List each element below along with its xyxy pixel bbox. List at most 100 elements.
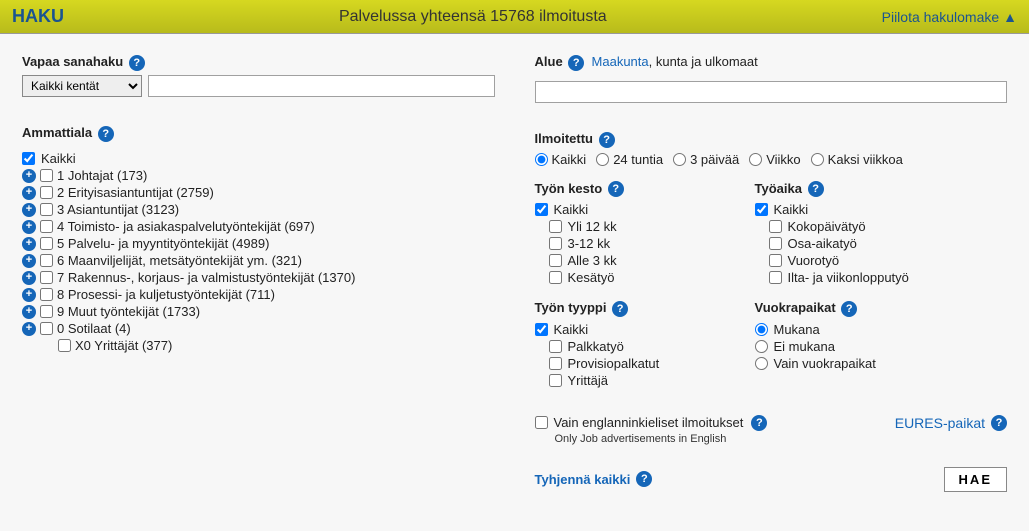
tyoaika-opt-label[interactable]: Osa-aikatyö <box>788 236 857 251</box>
ammatti-checkbox[interactable] <box>40 220 53 233</box>
kesto-all-label[interactable]: Kaikki <box>554 202 589 217</box>
ilmoitettu-opt-label[interactable]: 3 päivää <box>690 152 739 167</box>
expand-icon[interactable]: + <box>22 254 36 268</box>
tyoaika-opt-checkbox[interactable] <box>769 254 782 267</box>
help-icon[interactable]: ? <box>841 301 857 317</box>
tyoaika-opt-label[interactable]: Vuorotyö <box>788 253 840 268</box>
kesto-all-checkbox[interactable] <box>535 203 548 216</box>
ammatti-item-label[interactable]: 2 Erityisasiantuntijat (2759) <box>57 185 214 200</box>
help-icon[interactable]: ? <box>751 415 767 431</box>
ammatti-item-label[interactable]: 9 Muut työntekijät (1733) <box>57 304 200 319</box>
ilmoitettu-radio[interactable] <box>673 153 686 166</box>
ilmoitettu-opt-label[interactable]: Kaikki <box>552 152 587 167</box>
ammatti-checkbox[interactable] <box>40 237 53 250</box>
kesto-opt-label[interactable]: Kesätyö <box>568 270 615 285</box>
hide-form-toggle[interactable]: Piilota hakulomake▲ <box>882 9 1017 25</box>
kesto-opt-checkbox[interactable] <box>549 220 562 233</box>
ammatti-checkbox[interactable] <box>40 186 53 199</box>
tyyppi-opt-checkbox[interactable] <box>549 357 562 370</box>
vuokra-label[interactable]: Mukana <box>774 322 820 337</box>
ammatti-all-label[interactable]: Kaikki <box>41 151 76 166</box>
tyyppi-opt-checkbox[interactable] <box>549 374 562 387</box>
ammatti-item-label[interactable]: 6 Maanviljelijät, metsätyöntekijät ym. (… <box>57 253 302 268</box>
tyyppi-all-checkbox[interactable] <box>535 323 548 336</box>
kesto-opt-checkbox[interactable] <box>549 254 562 267</box>
tyoaika-all-label[interactable]: Kaikki <box>774 202 809 217</box>
tyyppi-all-label[interactable]: Kaikki <box>554 322 589 337</box>
vuokra-radio[interactable] <box>755 357 768 370</box>
ilmoitettu-radio[interactable] <box>749 153 762 166</box>
free-search-input[interactable] <box>148 75 495 97</box>
maakunta-link[interactable]: Maakunta <box>592 54 649 69</box>
eures-link[interactable]: EURES-paikat ? <box>895 415 1007 431</box>
vuokra-radio[interactable] <box>755 323 768 336</box>
ammatti-item-label[interactable]: 4 Toimisto- ja asiakaspalvelutyöntekijät… <box>57 219 315 234</box>
ammatti-checkbox[interactable] <box>40 169 53 182</box>
tyoaika-opt-label[interactable]: Kokopäivätyö <box>788 219 866 234</box>
ammatti-item-label[interactable]: 5 Palvelu- ja myyntityöntekijät (4989) <box>57 236 269 251</box>
clear-all-link[interactable]: Tyhjennä kaikki ? <box>535 471 653 487</box>
ilmoitettu-opt-label[interactable]: Kaksi viikkoa <box>828 152 903 167</box>
expand-icon[interactable]: + <box>22 322 36 336</box>
tyoaika-opt-checkbox[interactable] <box>769 220 782 233</box>
tyoaika-opt-checkbox[interactable] <box>769 271 782 284</box>
tyoaika-opt-label[interactable]: Ilta- ja viikonlopputyö <box>788 270 909 285</box>
ilmoitettu-opt-label[interactable]: 24 tuntia <box>613 152 663 167</box>
tyoaika-opt-checkbox[interactable] <box>769 237 782 250</box>
expand-icon[interactable]: + <box>22 305 36 319</box>
ammatti-item-label[interactable]: 8 Prosessi- ja kuljetustyöntekijät (711) <box>57 287 275 302</box>
help-icon[interactable]: ? <box>808 181 824 197</box>
expand-icon[interactable]: + <box>22 288 36 302</box>
ammatti-item-label[interactable]: 7 Rakennus-, korjaus- ja valmistustyönte… <box>57 270 355 285</box>
tyoaika-all-checkbox[interactable] <box>755 203 768 216</box>
help-icon[interactable]: ? <box>599 132 615 148</box>
ilmoitettu-radio[interactable] <box>596 153 609 166</box>
tyyppi-opt-label[interactable]: Yrittäjä <box>568 373 608 388</box>
ammatti-checkbox[interactable] <box>58 339 71 352</box>
english-only-label[interactable]: Vain englanninkieliset ilmoitukset <box>554 415 744 430</box>
ammatti-item-label[interactable]: 1 Johtajat (173) <box>57 168 147 183</box>
search-button[interactable]: HAE <box>944 467 1007 492</box>
vuokra-radio[interactable] <box>755 340 768 353</box>
kesto-opt-label[interactable]: Yli 12 kk <box>568 219 617 234</box>
help-icon[interactable]: ? <box>636 471 652 487</box>
ammatti-checkbox[interactable] <box>40 322 53 335</box>
field-select[interactable]: Kaikki kentät <box>22 75 142 97</box>
kesto-opt-checkbox[interactable] <box>549 271 562 284</box>
help-icon[interactable]: ? <box>568 55 584 71</box>
tyyppi-opt-label[interactable]: Palkkatyö <box>568 339 624 354</box>
ammatti-item-label[interactable]: 3 Asiantuntijat (3123) <box>57 202 179 217</box>
ilmoitettu-opt-label[interactable]: Viikko <box>766 152 800 167</box>
ammatti-checkbox[interactable] <box>40 254 53 267</box>
english-only-checkbox[interactable] <box>535 416 548 429</box>
expand-icon[interactable]: + <box>22 203 36 217</box>
expand-icon[interactable]: + <box>22 220 36 234</box>
help-icon[interactable]: ? <box>991 415 1007 431</box>
alue-input[interactable] <box>535 81 1008 103</box>
kesto-opt-label[interactable]: 3-12 kk <box>568 236 611 251</box>
vuokra-label[interactable]: Vain vuokrapaikat <box>774 356 876 371</box>
ammatti-checkbox[interactable] <box>40 305 53 318</box>
kesto-opt-label[interactable]: Alle 3 kk <box>568 253 617 268</box>
vuokra-label[interactable]: Ei mukana <box>774 339 835 354</box>
help-icon[interactable]: ? <box>612 301 628 317</box>
ammatti-item-label[interactable]: X0 Yrittäjät (377) <box>75 338 172 353</box>
help-icon[interactable]: ? <box>98 126 114 142</box>
tyyppi-opt-checkbox[interactable] <box>549 340 562 353</box>
ammatti-checkbox[interactable] <box>40 271 53 284</box>
expand-icon[interactable]: + <box>22 169 36 183</box>
ammatti-item-label[interactable]: 0 Sotilaat (4) <box>57 321 131 336</box>
tyyppi-block: Työn tyyppi ? Kaikki PalkkatyöProvisiopa… <box>535 300 695 389</box>
tyyppi-opt-label[interactable]: Provisiopalkatut <box>568 356 660 371</box>
help-icon[interactable]: ? <box>129 55 145 71</box>
kesto-opt-checkbox[interactable] <box>549 237 562 250</box>
expand-icon[interactable]: + <box>22 186 36 200</box>
expand-icon[interactable]: + <box>22 271 36 285</box>
help-icon[interactable]: ? <box>608 181 624 197</box>
ammatti-all-checkbox[interactable] <box>22 152 35 165</box>
ilmoitettu-radio[interactable] <box>535 153 548 166</box>
ammatti-checkbox[interactable] <box>40 203 53 216</box>
expand-icon[interactable]: + <box>22 237 36 251</box>
ilmoitettu-radio[interactable] <box>811 153 824 166</box>
ammatti-checkbox[interactable] <box>40 288 53 301</box>
